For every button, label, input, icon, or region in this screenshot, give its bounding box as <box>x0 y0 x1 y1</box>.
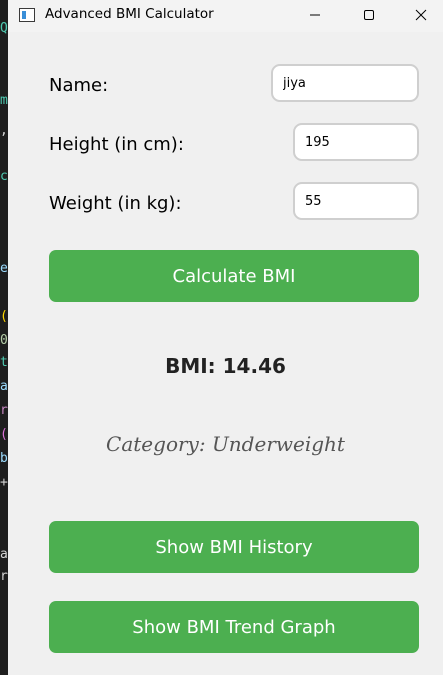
show-bmi-history-button[interactable]: Show BMI History <box>49 521 419 573</box>
weight-input[interactable] <box>293 182 419 220</box>
minimize-button[interactable] <box>292 0 338 30</box>
name-label: Name: <box>49 75 109 96</box>
bmi-category: Category: Underweight <box>106 432 345 456</box>
weight-label: Weight (in kg): <box>49 193 182 214</box>
maximize-icon <box>364 10 374 20</box>
show-bmi-trend-graph-label: Show BMI Trend Graph <box>132 616 336 638</box>
title-bar: Advanced BMI Calculator <box>8 0 443 32</box>
name-input[interactable] <box>271 64 419 102</box>
height-label: Height (in cm): <box>49 134 184 155</box>
bmi-result: BMI: 14.46 <box>165 354 286 378</box>
calculate-bmi-label: Calculate BMI <box>172 265 296 287</box>
minimize-icon <box>310 14 320 16</box>
window-title: Advanced BMI Calculator <box>45 6 214 22</box>
maximize-button[interactable] <box>346 0 392 30</box>
close-icon <box>415 9 427 21</box>
close-button[interactable] <box>398 0 443 30</box>
app-window-icon <box>19 8 35 22</box>
bmi-calculator-window: Advanced BMI Calculator Name: Height (in… <box>8 0 443 675</box>
background-editor-strip: Q m , c e ( 0 t a r ( b + a r <box>0 0 8 675</box>
show-bmi-trend-graph-button[interactable]: Show BMI Trend Graph <box>49 601 419 653</box>
height-input[interactable] <box>293 123 419 161</box>
calculate-bmi-button[interactable]: Calculate BMI <box>49 250 419 302</box>
show-bmi-history-label: Show BMI History <box>155 536 313 558</box>
